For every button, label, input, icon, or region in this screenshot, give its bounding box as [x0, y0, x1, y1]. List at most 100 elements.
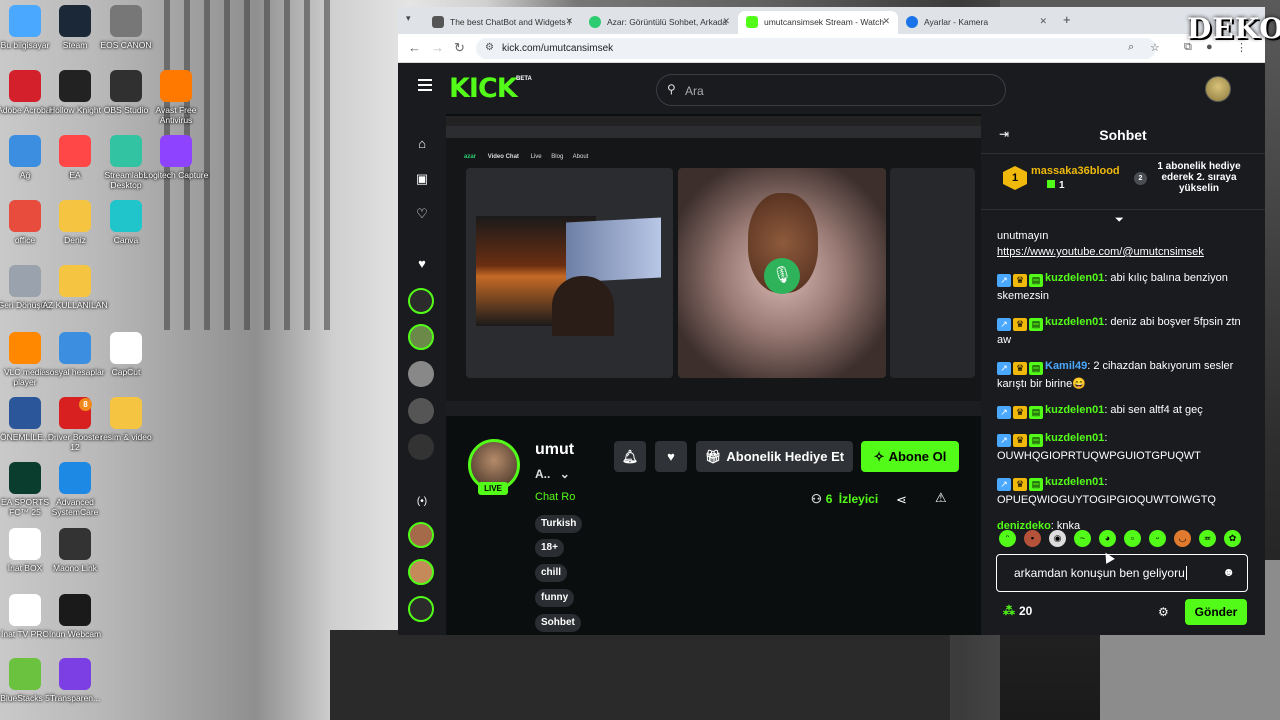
emote-icon[interactable]: ◡	[1174, 530, 1191, 547]
emote-icon[interactable]: ▪	[1024, 530, 1041, 547]
browser-tab[interactable]: The best ChatBot and Widgets f ✕	[424, 11, 581, 34]
search-input[interactable]: ⚲ Ara	[656, 74, 1006, 106]
desktop-icon[interactable]: Avast Free Antivirus	[143, 70, 209, 125]
following-heart-icon[interactable]: ♡	[412, 204, 432, 224]
chat-message: ↗ ♛ ▤ kuzdelen01: abi kılıç balına benziyon…	[997, 270, 1252, 304]
emote-icon[interactable]: ◕	[1099, 530, 1116, 547]
points-value: 20	[1019, 604, 1033, 618]
home-icon[interactable]: ⌂	[412, 134, 432, 154]
subscribe-label: Abone Ol	[888, 449, 947, 464]
obs-icon	[110, 70, 142, 102]
new-tab-icon[interactable]: +	[1063, 12, 1071, 27]
emote-icon[interactable]: ✿	[1224, 530, 1241, 547]
followed-channel-avatar[interactable]	[408, 434, 434, 460]
user-avatar[interactable]	[1205, 76, 1231, 102]
message-username[interactable]: kuzdelen01	[1045, 316, 1104, 328]
close-icon[interactable]: ✕	[1039, 16, 1047, 27]
emote-icon[interactable]: ▫	[1124, 530, 1141, 547]
chat-messages: unutmayın https://www.youtube.com/@umutc…	[997, 228, 1252, 544]
kick-sidebar: ⌂ ▣ ♡ ♥ (•)	[398, 114, 446, 635]
desktop-icon[interactable]: Maono Link	[42, 528, 108, 573]
tab-search-icon[interactable]: ▾	[406, 13, 411, 24]
chat-header: ⇥ Sohbet	[981, 114, 1265, 154]
beta-badge: BETA	[516, 76, 532, 82]
subscribe-button[interactable]: ✧ Abone Ol	[861, 441, 959, 472]
desktop-icon[interactable]: Transparen...	[42, 658, 108, 703]
tag-pill[interactable]: funny	[535, 589, 575, 607]
tag-pill[interactable]: Sohbet	[535, 614, 581, 632]
site-info-icon[interactable]: ⚙	[485, 42, 494, 53]
chevron-down-icon[interactable]: ⌄	[560, 467, 570, 481]
video-azar-nav: azar Video Chat Live Blog About	[464, 154, 588, 160]
followed-channel-avatar[interactable]	[408, 361, 434, 387]
desktop-icon[interactable]: CapCut	[93, 332, 159, 377]
stream-category[interactable]: Chat Ro	[535, 491, 575, 503]
kick-logo[interactable]: KICK	[449, 73, 518, 104]
chat-settings-gear-icon[interactable]: ⚙	[1158, 605, 1169, 619]
send-button[interactable]: Gönder	[1185, 599, 1247, 625]
stream-video-player[interactable]: azar Video Chat Live Blog About 🎙	[446, 116, 981, 416]
zoom-icon[interactable]: ⌕	[1128, 41, 1134, 54]
followed-channel-avatar[interactable]	[408, 288, 434, 314]
browse-icon[interactable]: ▣	[412, 169, 432, 189]
tag-pill[interactable]: chill	[535, 564, 568, 582]
emote-icon[interactable]: ~	[1074, 530, 1091, 547]
video-browser-bar	[446, 126, 981, 138]
computer-icon	[9, 5, 41, 37]
emote-icon[interactable]: ◉	[1049, 530, 1066, 547]
close-icon[interactable]: ✕	[882, 16, 890, 27]
notification-bell-button[interactable]: 🔔︎	[614, 441, 646, 472]
back-icon[interactable]: ←	[408, 40, 421, 55]
search-placeholder: Ara	[685, 84, 704, 98]
emote-icon[interactable]: ᵕ	[1149, 530, 1166, 547]
report-warning-icon[interactable]: ⚠	[935, 490, 947, 506]
address-bar[interactable]: ⚙ kick.com/umutcansimsek	[476, 38, 1156, 59]
message-username[interactable]: kuzdelen01	[1045, 432, 1104, 444]
emoji-picker-icon[interactable]: ☻	[1222, 565, 1235, 579]
followed-channel-avatar[interactable]	[408, 324, 434, 350]
browser-tab[interactable]: Ayarlar - Kamera ✕	[898, 11, 1055, 34]
hamburger-menu-icon[interactable]	[418, 79, 432, 91]
browser-tab-active[interactable]: umutcansimsek Stream - Watch ✕	[738, 11, 898, 34]
desktop-icon[interactable]: AZ KULLANILAN	[42, 265, 108, 310]
close-icon[interactable]: ✕	[722, 16, 730, 27]
emote-icon[interactable]: ᵔ	[999, 530, 1016, 547]
video-streamer	[552, 276, 614, 336]
recommended-channel-avatar[interactable]	[408, 559, 434, 585]
gift-count-number: 1	[1059, 180, 1065, 191]
forward-icon[interactable]: →	[431, 40, 444, 55]
tag-pill[interactable]: Turkish	[535, 515, 583, 533]
desktop-icon[interactable]: Advanced SystemCare	[42, 462, 108, 517]
reload-icon[interactable]: ↻	[454, 40, 465, 56]
bookmark-star-icon[interactable]: ☆	[1150, 41, 1160, 54]
browser-tab[interactable]: Azar: Görüntülü Sohbet, Arkada ✕	[581, 11, 738, 34]
recommended-channel-avatar[interactable]	[408, 596, 434, 622]
channel-points[interactable]: ⁂ 20	[1003, 604, 1032, 618]
message-username[interactable]: kuzdelen01	[1045, 404, 1104, 416]
followed-channel-avatar[interactable]	[408, 398, 434, 424]
video-desktop-topbar	[446, 116, 981, 126]
chat-filter-icon[interactable]: ⏷	[1115, 214, 1124, 227]
gift-subscription-button[interactable]: 🎁︎ Abonelik Hediye Et	[696, 441, 853, 472]
tag-pill[interactable]: 18+	[535, 539, 564, 557]
desktop-icon[interactable]: Inun Webcam	[42, 594, 108, 639]
desktop-icon[interactable]: resim & video	[93, 397, 159, 442]
desktop-icon[interactable]: Canva	[93, 200, 159, 245]
top-gifter-name[interactable]: massaka36blood	[1031, 165, 1120, 177]
follow-heart-button[interactable]: ♥	[655, 441, 687, 472]
desktop-icon[interactable]: EOS CANON	[93, 5, 159, 50]
channel-name[interactable]: umut	[535, 441, 574, 459]
desktop-icon-label: Steam	[62, 40, 88, 50]
message-username[interactable]: kuzdelen01	[1045, 272, 1104, 284]
recommended-channel-avatar[interactable]	[408, 522, 434, 548]
close-icon[interactable]: ✕	[565, 16, 573, 27]
message-link[interactable]: https://www.youtube.com/@umutcnsimsek	[997, 246, 1204, 258]
share-icon[interactable]: ⋖	[896, 492, 907, 508]
desktop-icon[interactable]: Logitech Capture	[143, 135, 209, 180]
chat-message-input[interactable]: arkamdan konuşun ben geliyoru ☻	[996, 554, 1248, 592]
message-username[interactable]: Kamil49	[1045, 360, 1087, 372]
message-username[interactable]: kuzdelen01	[1045, 476, 1104, 488]
bluestacks-icon	[9, 658, 41, 690]
url-text: kick.com/umutcansimsek	[502, 43, 614, 54]
emote-icon[interactable]: ≖	[1199, 530, 1216, 547]
